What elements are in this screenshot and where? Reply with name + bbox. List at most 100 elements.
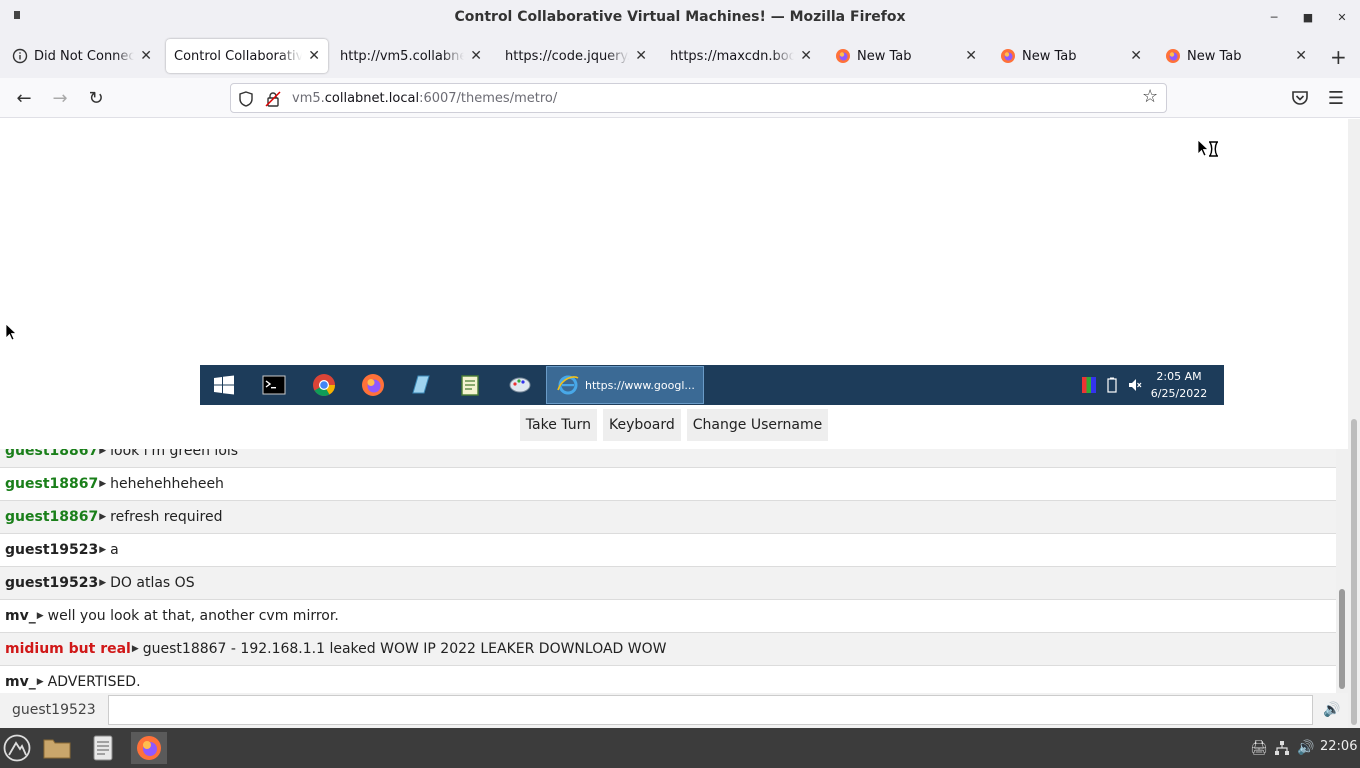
speaker-icon[interactable]: 🔊	[1323, 702, 1340, 718]
new-tab-button[interactable]: +	[1330, 45, 1347, 69]
volume-icon[interactable]: 🔊	[1297, 740, 1314, 756]
pocket-icon[interactable]	[1291, 90, 1309, 106]
insecure-lock-icon[interactable]	[265, 91, 281, 107]
text-editor-icon	[93, 735, 113, 761]
chat-message-row: guest19523 ▶ a	[0, 534, 1336, 567]
firefox-icon[interactable]	[361, 373, 385, 397]
menu-icon[interactable]: ☰	[1324, 86, 1348, 110]
system-clock[interactable]: 22:06	[1320, 739, 1357, 754]
vm-control-buttons: Take Turn Keyboard Change Username	[0, 409, 1348, 441]
chat-message-row: guest18867 ▶ hehehehheheeh	[0, 468, 1336, 501]
tab-new-tab-3[interactable]: New Tab ✕	[1157, 39, 1315, 73]
url-bar[interactable]: vm5.collabnet.local:6007/themes/metro/ ☆	[230, 83, 1167, 113]
tab-control-collaborative[interactable]: Control Collaborative Virtual Machines! …	[166, 39, 328, 73]
chat-username: guest18867	[5, 476, 99, 492]
window-menu-icon[interactable]	[14, 11, 20, 19]
tab-vm5[interactable]: http://vm5.collabnet.local ✕	[332, 39, 490, 73]
firefox-icon	[137, 736, 161, 760]
terminal-icon[interactable]	[262, 373, 286, 397]
taskbar-firefox[interactable]	[131, 732, 167, 764]
chat-message-input[interactable]	[108, 695, 1313, 725]
chat-username: mv_	[5, 608, 36, 624]
bookmark-star-icon[interactable]: ☆	[1142, 86, 1158, 107]
firefox-icon	[836, 49, 850, 63]
folder-icon	[43, 739, 71, 759]
back-icon[interactable]: ←	[12, 86, 36, 110]
tab-new-tab-1[interactable]: New Tab ✕	[827, 39, 985, 73]
close-tab-icon[interactable]: ✕	[959, 48, 977, 64]
chat-message-row: midium but real ▶ guest18867 - 192.168.1.1…	[0, 633, 1336, 666]
vm-active-browser-task[interactable]: https://www.googl...	[546, 366, 704, 404]
minimize-button[interactable]: ─	[1265, 8, 1283, 26]
vm-clock-time: 2:05 AM	[1156, 370, 1202, 383]
chrome-icon[interactable]	[312, 373, 336, 397]
close-window-button[interactable]: ✕	[1333, 8, 1351, 26]
tab-label: https://code.jquery.com	[505, 48, 630, 64]
chat-message-text: guest18867 - 192.168.1.1 leaked WOW IP 2…	[142, 641, 667, 657]
page-scrollbar[interactable]	[1348, 119, 1360, 728]
battery-icon[interactable]	[1105, 377, 1119, 393]
vm-screen-taskbar[interactable]: https://www.googl... 2:05 AM 6/25/2022	[200, 365, 1224, 405]
close-tab-icon[interactable]: ✕	[1124, 48, 1142, 64]
chat-message-row: guest19523 ▶ DO atlas OS	[0, 567, 1336, 600]
paint-icon[interactable]	[508, 373, 532, 397]
tab-label: New Tab	[1022, 48, 1077, 64]
tab-label: Control Collaborative Virtual Machines!	[174, 48, 303, 64]
close-tab-icon[interactable]: ✕	[794, 48, 812, 64]
tab-jquery[interactable]: https://code.jquery.com ✕	[497, 39, 655, 73]
taskbar-text-editor[interactable]	[85, 732, 121, 764]
chat-arrow-icon: ▶	[99, 512, 107, 522]
notepad-icon[interactable]	[458, 373, 482, 397]
chat-log[interactable]: guest18867 ▶ look i'm green lols guest18867…	[0, 449, 1348, 693]
chat-messages: guest18867 ▶ look i'm green lols guest18867…	[0, 449, 1336, 693]
printer-icon[interactable]: 🖨	[1250, 740, 1268, 756]
volume-muted-icon[interactable]	[1128, 377, 1142, 393]
network-icon[interactable]	[1274, 740, 1290, 756]
chat-arrow-icon: ▶	[36, 677, 44, 687]
reload-icon[interactable]: ↻	[84, 86, 108, 110]
keyboard-button[interactable]: Keyboard	[602, 409, 681, 441]
windows-start-icon[interactable]	[212, 373, 236, 397]
close-tab-icon[interactable]: ✕	[134, 48, 152, 64]
chat-username: guest19523	[5, 575, 99, 591]
forward-icon[interactable]: →	[48, 86, 72, 110]
url-text[interactable]: vm5.collabnet.local:6007/themes/metro/	[292, 91, 557, 106]
chat-username: mv_	[5, 674, 36, 690]
tab-maxcdn[interactable]: https://maxcdn.bootstrapcdn.com ✕	[662, 39, 820, 73]
app-launcher-icon[interactable]	[3, 734, 31, 762]
tab-label: New Tab	[857, 48, 912, 64]
maximize-button[interactable]: ■	[1299, 8, 1317, 26]
tab-label: http://vm5.collabnet.local	[340, 48, 465, 64]
chat-username-label: guest19523	[12, 702, 96, 718]
chat-username: guest19523	[5, 542, 99, 558]
chat-message-text: a	[110, 542, 119, 558]
taskbar-file-manager[interactable]	[39, 732, 75, 764]
tab-bar: Did Not Connect: Potential Security Issu…	[0, 34, 1360, 78]
chat-scrollbar[interactable]	[1336, 449, 1348, 693]
chat-message-text: refresh required	[110, 509, 223, 525]
page-content: https://www.googl... 2:05 AM 6/25/2022 T…	[0, 119, 1360, 728]
close-tab-icon[interactable]: ✕	[302, 48, 320, 64]
chat-message-text: DO atlas OS	[110, 575, 195, 591]
busy-cursor-icon	[1197, 139, 1218, 157]
chat-message-text: hehehehheheeh	[110, 476, 224, 492]
chat-arrow-icon: ▶	[99, 479, 107, 489]
take-turn-button[interactable]: Take Turn	[519, 409, 597, 441]
close-tab-icon[interactable]: ✕	[629, 48, 647, 64]
page-scrollbar-thumb[interactable]	[1351, 419, 1357, 725]
change-username-button[interactable]: Change Username	[686, 409, 829, 441]
file-explorer-icon[interactable]	[409, 373, 433, 397]
chat-scrollbar-thumb[interactable]	[1339, 589, 1345, 689]
chat-username: guest18867	[5, 449, 99, 459]
chat-arrow-icon: ▶	[99, 545, 107, 555]
shield-icon[interactable]	[239, 91, 253, 107]
tab-did-not-connect[interactable]: Did Not Connect: Potential Security Issu…	[4, 39, 160, 73]
tab-new-tab-2[interactable]: New Tab ✕	[992, 39, 1150, 73]
chat-username: midium but real	[5, 641, 131, 657]
firefox-icon	[1001, 49, 1015, 63]
close-tab-icon[interactable]: ✕	[1289, 48, 1307, 64]
close-tab-icon[interactable]: ✕	[464, 48, 482, 64]
action-center-icon[interactable]	[1082, 377, 1096, 393]
vm-clock[interactable]: 2:05 AM 6/25/2022	[1144, 368, 1214, 402]
chat-message-row: mv_ ▶ ADVERTISED.	[0, 666, 1336, 693]
